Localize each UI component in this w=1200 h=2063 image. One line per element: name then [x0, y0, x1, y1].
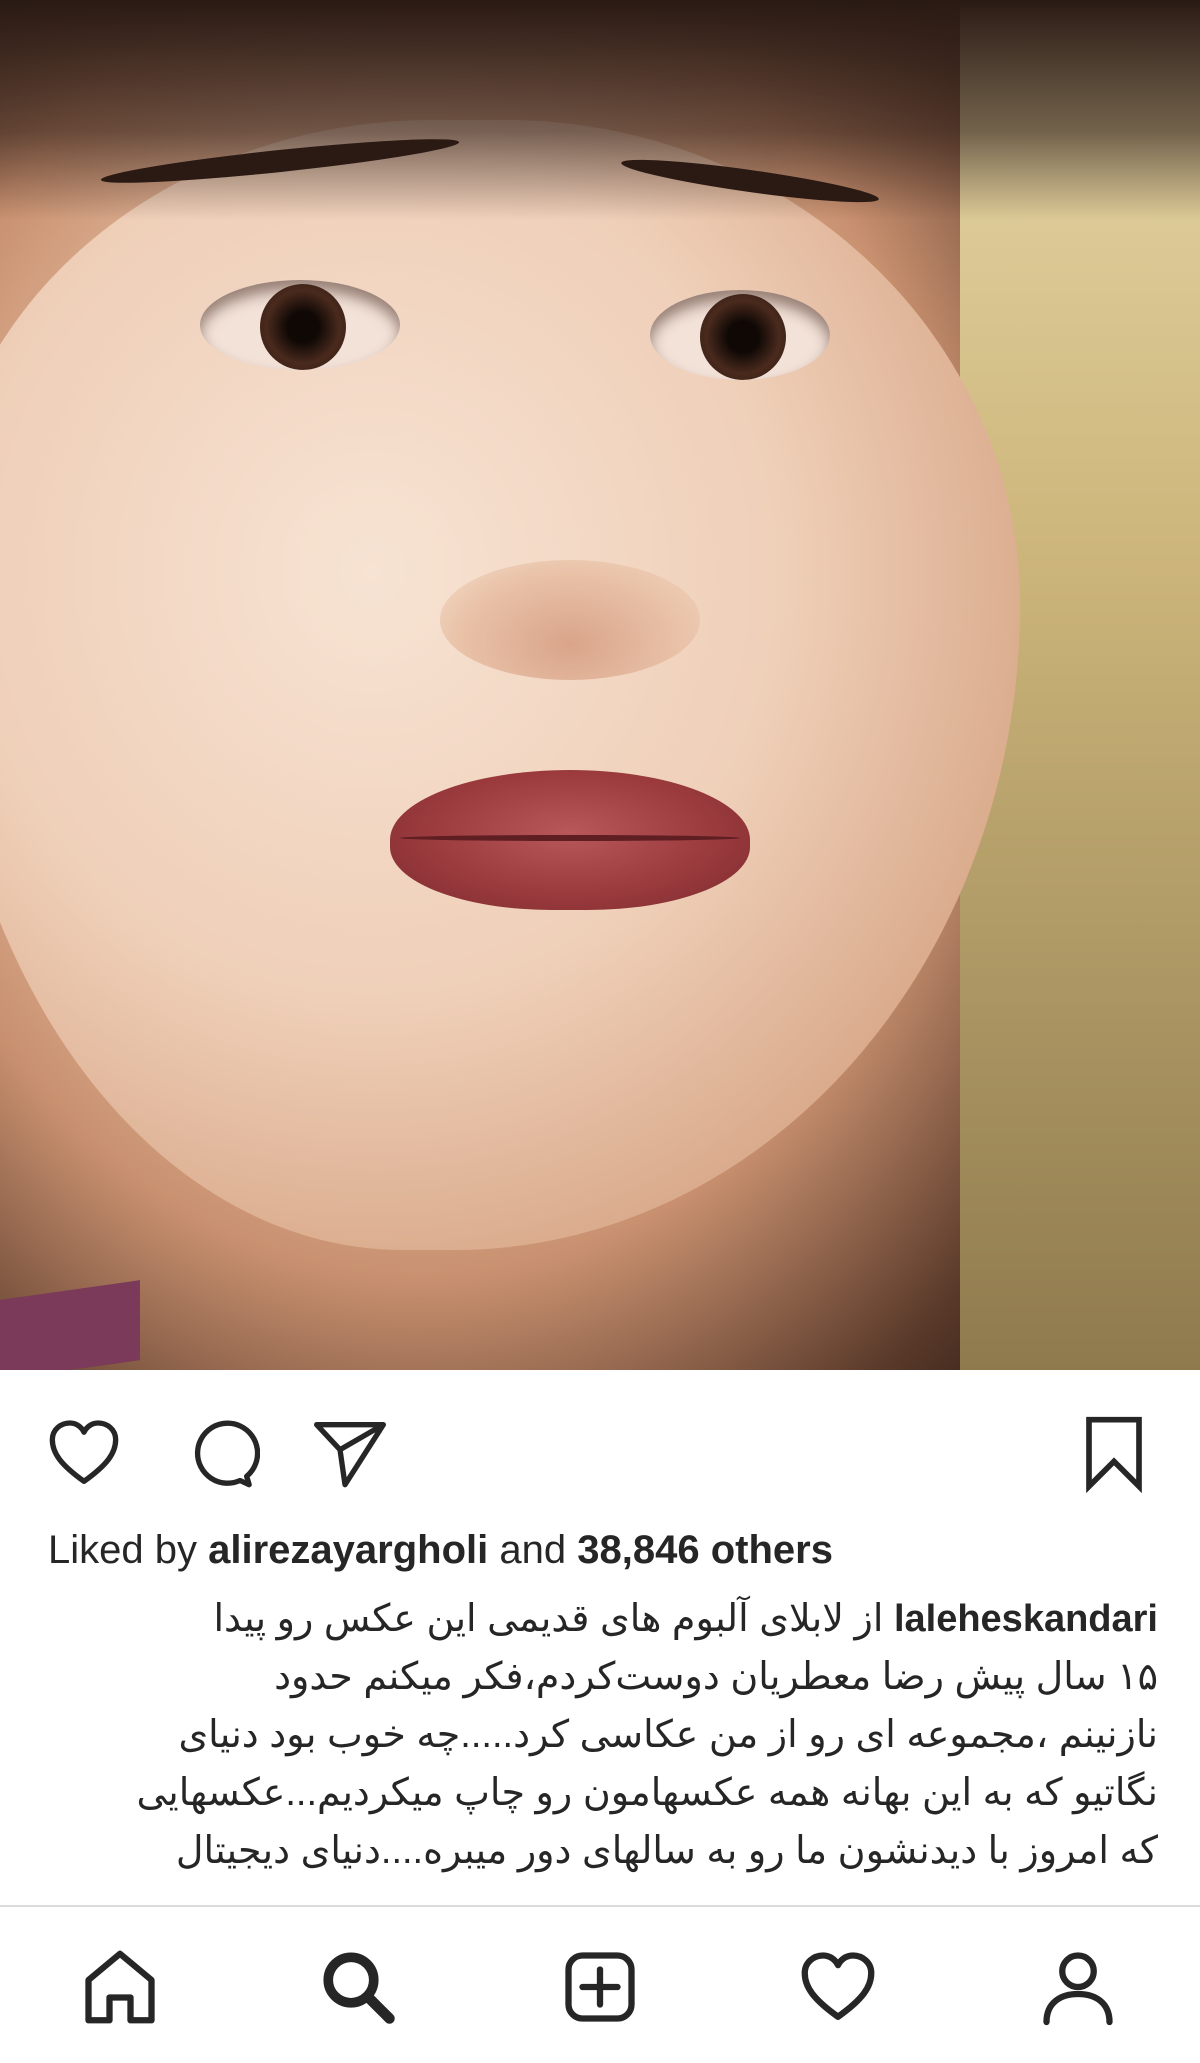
likes-prefix: Liked by — [48, 1528, 197, 1572]
likes-others[interactable]: 38,846 others — [577, 1528, 833, 1572]
caption-line: ۱۵ سال پیش رضا معطریان دوست‌کردم،فکر میک… — [274, 1656, 1158, 1698]
post-actions — [0, 1395, 1200, 1505]
share-button[interactable] — [310, 1413, 390, 1493]
nav-activity[interactable] — [796, 1945, 880, 2029]
bottom-nav — [0, 1907, 1200, 2063]
photo-hair — [0, 0, 1200, 220]
add-post-icon — [565, 1952, 635, 2022]
nav-new-post[interactable] — [558, 1945, 642, 2029]
caption-line: نگاتیو که به این بهانه همه عکسهامون رو چ… — [136, 1772, 1158, 1814]
nav-profile[interactable] — [1036, 1945, 1120, 2029]
photo-lip-line — [400, 835, 740, 841]
photo-face — [0, 120, 1020, 1250]
nav-home[interactable] — [78, 1945, 162, 2029]
search-icon — [323, 1952, 395, 2024]
save-button[interactable] — [1074, 1413, 1154, 1494]
caption-text-1: از لابلای آلبوم های قدیمی این عکس رو پید… — [213, 1598, 884, 1640]
photo-collar — [0, 1280, 140, 1370]
heart-icon — [49, 1420, 119, 1484]
liker-username[interactable]: alirezayargholi — [208, 1528, 488, 1572]
caption-username[interactable]: laleheskandari — [894, 1598, 1158, 1640]
like-button[interactable] — [44, 1413, 124, 1493]
comment-icon — [194, 1420, 261, 1488]
heart-icon — [801, 1952, 875, 2020]
post-photo[interactable] — [0, 0, 1200, 1370]
home-icon — [85, 1950, 155, 2024]
profile-icon — [1043, 1952, 1113, 2026]
photo-left-eye — [200, 280, 400, 370]
caption-line: نازنینم ،مجموعه ای رو از من عکاسی کرد...… — [178, 1714, 1158, 1756]
post-caption: laleheskandari از لابلای آلبوم های قدیمی… — [48, 1590, 1158, 1890]
photo-right-eye — [650, 290, 830, 380]
likes-summary: Liked by alirezayargholi and 38,846 othe… — [48, 1528, 833, 1573]
comment-button[interactable] — [180, 1413, 261, 1493]
photo-nose — [440, 560, 700, 680]
paper-plane-icon — [314, 1422, 387, 1488]
caption-first-line: laleheskandari از لابلای آلبوم های قدیمی… — [48, 1590, 1158, 1648]
likes-middle: and — [499, 1528, 567, 1572]
nav-search[interactable] — [316, 1945, 400, 2029]
caption-line: که امروز با دیدنشون ما رو به سالهای دور … — [175, 1830, 1158, 1872]
bookmark-icon — [1086, 1416, 1142, 1494]
